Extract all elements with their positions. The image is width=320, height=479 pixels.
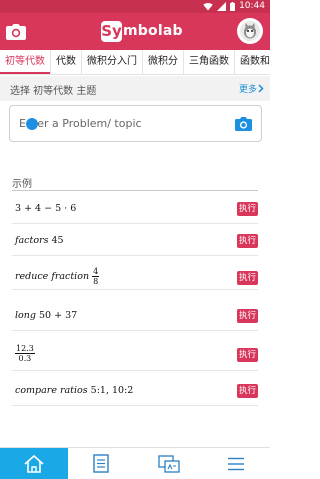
- fraction-numerator: 4: [92, 267, 100, 277]
- nav-notebook[interactable]: [68, 448, 136, 479]
- example-expression: factors 45: [15, 235, 64, 246]
- examples-divider: [12, 190, 258, 191]
- status-time: 10:44: [239, 1, 265, 11]
- example-expression: compare ratios 5:1, 10:2: [15, 385, 133, 396]
- more-label: 更多: [238, 85, 257, 95]
- logo-mark: Sy: [101, 20, 122, 42]
- bottom-nav: [0, 447, 270, 479]
- fraction-denominator: 0.3: [18, 354, 32, 363]
- example-item[interactable]: factors 45 执行: [12, 226, 258, 256]
- status-icons: 10:44: [203, 1, 265, 12]
- nav-practice[interactable]: [135, 448, 203, 479]
- fraction-denominator: 8: [93, 277, 99, 286]
- tab-pre-calculus[interactable]: 微积分入门: [82, 50, 143, 74]
- status-bar: 10:44: [0, 0, 270, 13]
- tab-trigonometry[interactable]: 三角函数: [184, 50, 235, 74]
- user-avatar-icon: [240, 21, 260, 41]
- topic-tabs: 初等代数 代数 微积分入门 微积分 三角函数 函数和: [0, 50, 270, 75]
- example-expression: 12.3 0.3: [15, 344, 35, 363]
- run-button[interactable]: 执行: [237, 202, 258, 216]
- problem-input[interactable]: Enter a Problem/ topic: [9, 105, 262, 142]
- run-button[interactable]: 执行: [237, 234, 258, 248]
- battery-icon: [230, 2, 236, 11]
- notebook-icon: [93, 454, 109, 473]
- camera-button[interactable]: [6, 23, 26, 40]
- topic-label: 选择 初等代数 主题: [10, 86, 97, 97]
- example-expression: reduce fraction 4 8: [15, 267, 100, 286]
- example-command: factors: [15, 235, 49, 246]
- examples-title: 示例: [12, 179, 32, 190]
- example-item[interactable]: 3 + 4 − 5 · 6 执行: [12, 194, 258, 224]
- menu-icon: [228, 457, 245, 470]
- topic-selector-row: 选择 初等代数 主题 更多: [0, 76, 270, 101]
- text-cursor-handle[interactable]: [26, 118, 38, 130]
- example-command: compare ratios: [15, 385, 88, 396]
- tab-algebra[interactable]: 代数: [51, 50, 82, 74]
- symbolab-logo: Sy mbolab: [101, 20, 183, 42]
- logo-text: mbolab: [123, 23, 183, 39]
- fraction: 12.3 0.3: [15, 344, 35, 363]
- run-button[interactable]: 执行: [237, 384, 258, 398]
- input-camera-icon[interactable]: [235, 117, 252, 131]
- fraction: 4 8: [92, 267, 100, 286]
- app-bar: Sy mbolab: [0, 13, 270, 50]
- example-command: reduce fraction: [15, 271, 90, 282]
- run-button[interactable]: 执行: [237, 309, 258, 323]
- more-link[interactable]: 更多: [239, 82, 264, 95]
- example-argument: 45: [51, 235, 64, 246]
- tab-calculus[interactable]: 微积分: [143, 50, 184, 74]
- tab-functions[interactable]: 函数和: [235, 50, 270, 74]
- camera-icon: [6, 23, 26, 40]
- practice-icon: [158, 455, 180, 473]
- example-command: long: [15, 310, 36, 321]
- wifi-icon: [203, 2, 213, 11]
- chevron-right-icon: [258, 84, 264, 93]
- nav-home[interactable]: [0, 448, 68, 479]
- example-argument: 50 + 37: [39, 310, 78, 321]
- signal-icon: [217, 2, 227, 11]
- example-item[interactable]: reduce fraction 4 8 执行: [12, 260, 258, 290]
- run-button[interactable]: 执行: [237, 348, 258, 362]
- home-icon: [24, 454, 44, 473]
- example-item[interactable]: 12.3 0.3 执行: [12, 337, 258, 371]
- run-button[interactable]: 执行: [237, 271, 258, 285]
- example-item[interactable]: long 50 + 37 执行: [12, 301, 258, 331]
- example-argument: 5:1, 10:2: [90, 385, 134, 396]
- fraction-numerator: 12.3: [15, 344, 35, 354]
- nav-menu[interactable]: [203, 448, 271, 479]
- example-expression: 3 + 4 − 5 · 6: [15, 203, 77, 214]
- tab-elementary-algebra[interactable]: 初等代数: [0, 50, 51, 74]
- example-expression: long 50 + 37: [15, 310, 77, 321]
- avatar[interactable]: [237, 18, 263, 44]
- example-item[interactable]: compare ratios 5:1, 10:2 执行: [12, 376, 258, 406]
